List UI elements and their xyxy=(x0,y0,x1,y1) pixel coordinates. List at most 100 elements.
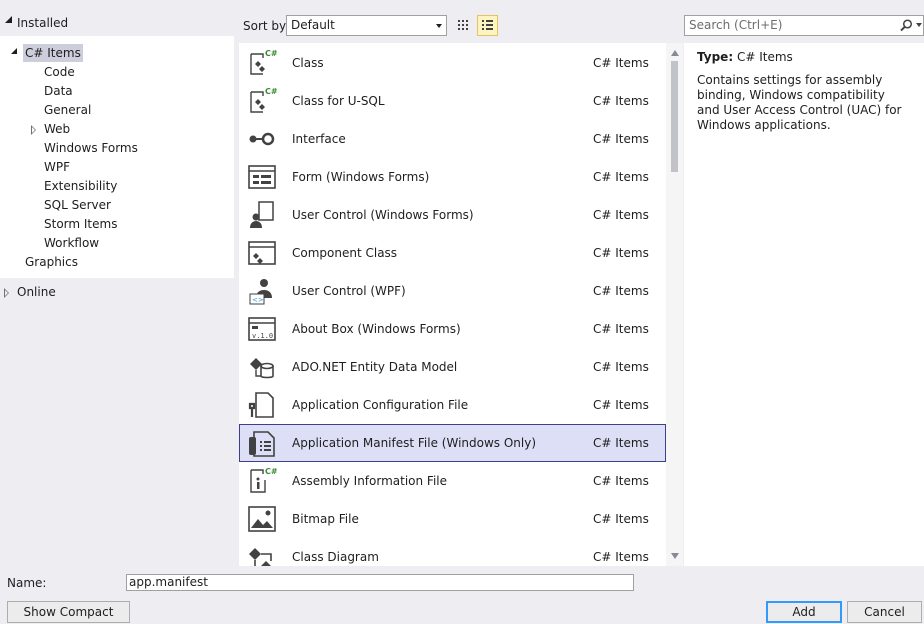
entity-model-icon xyxy=(247,352,277,382)
collapse-csharp-icon[interactable] xyxy=(11,48,21,58)
tree-node-web[interactable]: Web xyxy=(44,120,70,138)
details-description: Contains settings for assembly binding, … xyxy=(697,73,902,132)
collapse-installed-icon[interactable] xyxy=(5,16,15,26)
tree-node-wpf[interactable]: WPF xyxy=(44,158,70,176)
tree-node-csharp-items[interactable]: C# Items xyxy=(23,44,83,62)
sort-by-label: Sort by: xyxy=(243,19,290,33)
template-item-name: Application Configuration File xyxy=(292,398,469,412)
template-item-name: Form (Windows Forms) xyxy=(292,170,430,184)
svg-text:C#: C# xyxy=(265,467,277,476)
expand-web-icon[interactable] xyxy=(31,125,41,135)
template-item-language: C# Items xyxy=(593,132,649,146)
template-item-row[interactable]: v.1.0 About Box (Windows Forms) C# Items xyxy=(239,310,666,348)
svg-text:C#: C# xyxy=(265,87,277,96)
show-compact-view-button[interactable]: Show Compact View xyxy=(7,601,130,623)
template-item-language: C# Items xyxy=(593,474,649,488)
template-item-language: C# Items xyxy=(593,322,649,336)
template-item-language: C# Items xyxy=(593,284,649,298)
template-item-row[interactable]: C# Class for U-SQL C# Items xyxy=(239,82,666,120)
template-item-row[interactable]: C# Class C# Items xyxy=(239,44,666,82)
template-item-name: Bitmap File xyxy=(292,512,359,526)
search-placeholder: Search (Ctrl+E) xyxy=(689,18,783,32)
tree-node-sql-server[interactable]: SQL Server xyxy=(44,196,111,214)
list-scrollbar[interactable] xyxy=(666,43,683,566)
class-icon: C# xyxy=(247,48,278,78)
details-panel: Type: C# Items Contains settings for ass… xyxy=(684,43,924,566)
cancel-button[interactable]: Cancel xyxy=(847,601,922,623)
tree-node-windows-forms[interactable]: Windows Forms xyxy=(44,139,138,157)
template-item-row[interactable]: <> User Control (WPF) C# Items xyxy=(239,272,666,310)
search-options-chevron-icon[interactable] xyxy=(916,23,922,27)
component-icon xyxy=(247,238,277,268)
svg-text:v.1.0: v.1.0 xyxy=(252,332,273,340)
small-icons-view-button[interactable] xyxy=(453,15,474,36)
name-label: Name: xyxy=(7,576,47,590)
tree-node-code[interactable]: Code xyxy=(44,63,75,81)
list-view-icon xyxy=(482,20,493,30)
add-button[interactable]: Add xyxy=(766,601,842,623)
name-input[interactable]: app.manifest xyxy=(126,574,634,591)
sort-by-value: Default xyxy=(291,18,335,32)
config-file-icon xyxy=(247,390,277,420)
template-item-name: User Control (Windows Forms) xyxy=(292,208,474,222)
svg-text:<>: <> xyxy=(252,296,264,304)
manifest-file-icon xyxy=(248,429,278,459)
interface-icon xyxy=(247,124,277,154)
template-item-name: User Control (WPF) xyxy=(292,284,406,298)
tree-node-installed[interactable]: Installed xyxy=(17,14,68,32)
template-item-language: C# Items xyxy=(593,94,649,108)
template-tree: Installed C# Items Code Data General Web… xyxy=(0,10,234,562)
template-item-name: Class xyxy=(292,56,324,70)
template-item-language: C# Items xyxy=(593,512,649,526)
template-item-name: Class for U-SQL xyxy=(292,94,385,108)
template-item-name: About Box (Windows Forms) xyxy=(292,322,461,336)
template-item-name: Component Class xyxy=(292,246,398,260)
template-item-language: C# Items xyxy=(593,436,649,450)
user-control-icon xyxy=(247,200,277,230)
assembly-info-icon: C# xyxy=(247,466,278,496)
template-list: C# Class C# Items C# Class for U-SQL C# Items… xyxy=(239,43,666,566)
search-input[interactable]: Search (Ctrl+E) xyxy=(684,15,924,36)
template-item-row[interactable]: Interface C# Items xyxy=(239,120,666,158)
about-box-icon: v.1.0 xyxy=(247,314,277,344)
details-type: Type: C# Items xyxy=(697,49,911,65)
chevron-down-icon xyxy=(436,24,442,28)
template-item-row[interactable]: ADO.NET Entity Data Model C# Items xyxy=(239,348,666,386)
template-item-row[interactable]: Component Class C# Items xyxy=(239,234,666,272)
details-type-label: Type: xyxy=(697,50,734,64)
sort-by-dropdown[interactable]: Default xyxy=(286,15,447,36)
tree-node-workflow[interactable]: Workflow xyxy=(44,234,99,252)
template-item-row[interactable]: Class Diagram C# Items xyxy=(239,538,666,566)
template-item-row[interactable]: Application Manifest File (Windows Only)… xyxy=(239,424,666,462)
tree-node-data[interactable]: Data xyxy=(44,82,73,100)
scroll-up-icon[interactable] xyxy=(671,50,679,56)
class-diagram-icon xyxy=(247,542,277,566)
template-item-language: C# Items xyxy=(593,170,649,184)
list-view-button[interactable] xyxy=(477,15,498,36)
template-item-row[interactable]: Bitmap File C# Items xyxy=(239,500,666,538)
search-icon[interactable] xyxy=(900,19,913,32)
template-item-name: ADO.NET Entity Data Model xyxy=(292,360,458,374)
template-item-name: Assembly Information File xyxy=(292,474,448,488)
installed-tree-panel xyxy=(0,36,234,278)
tree-node-graphics[interactable]: Graphics xyxy=(25,253,78,271)
scroll-down-icon[interactable] xyxy=(671,553,679,559)
grid-view-icon xyxy=(458,20,468,30)
template-item-row[interactable]: C# Assembly Information File C# Items xyxy=(239,462,666,500)
tree-node-storm-items[interactable]: Storm Items xyxy=(44,215,117,233)
tree-node-general[interactable]: General xyxy=(44,101,91,119)
bitmap-icon xyxy=(247,504,277,534)
class-usql-icon: C# xyxy=(247,86,278,116)
template-item-row[interactable]: User Control (Windows Forms) C# Items xyxy=(239,196,666,234)
tree-node-extensibility[interactable]: Extensibility xyxy=(44,177,117,195)
expand-online-icon[interactable] xyxy=(4,288,14,298)
wpf-user-control-icon: <> xyxy=(247,276,277,306)
template-item-row[interactable]: Application Configuration File C# Items xyxy=(239,386,666,424)
tree-node-online[interactable]: Online xyxy=(17,283,56,301)
scroll-thumb[interactable] xyxy=(671,61,678,172)
template-item-language: C# Items xyxy=(593,360,649,374)
form-icon xyxy=(247,162,277,192)
template-item-language: C# Items xyxy=(593,56,649,70)
template-item-row[interactable]: Form (Windows Forms) C# Items xyxy=(239,158,666,196)
details-type-value: C# Items xyxy=(736,50,793,64)
